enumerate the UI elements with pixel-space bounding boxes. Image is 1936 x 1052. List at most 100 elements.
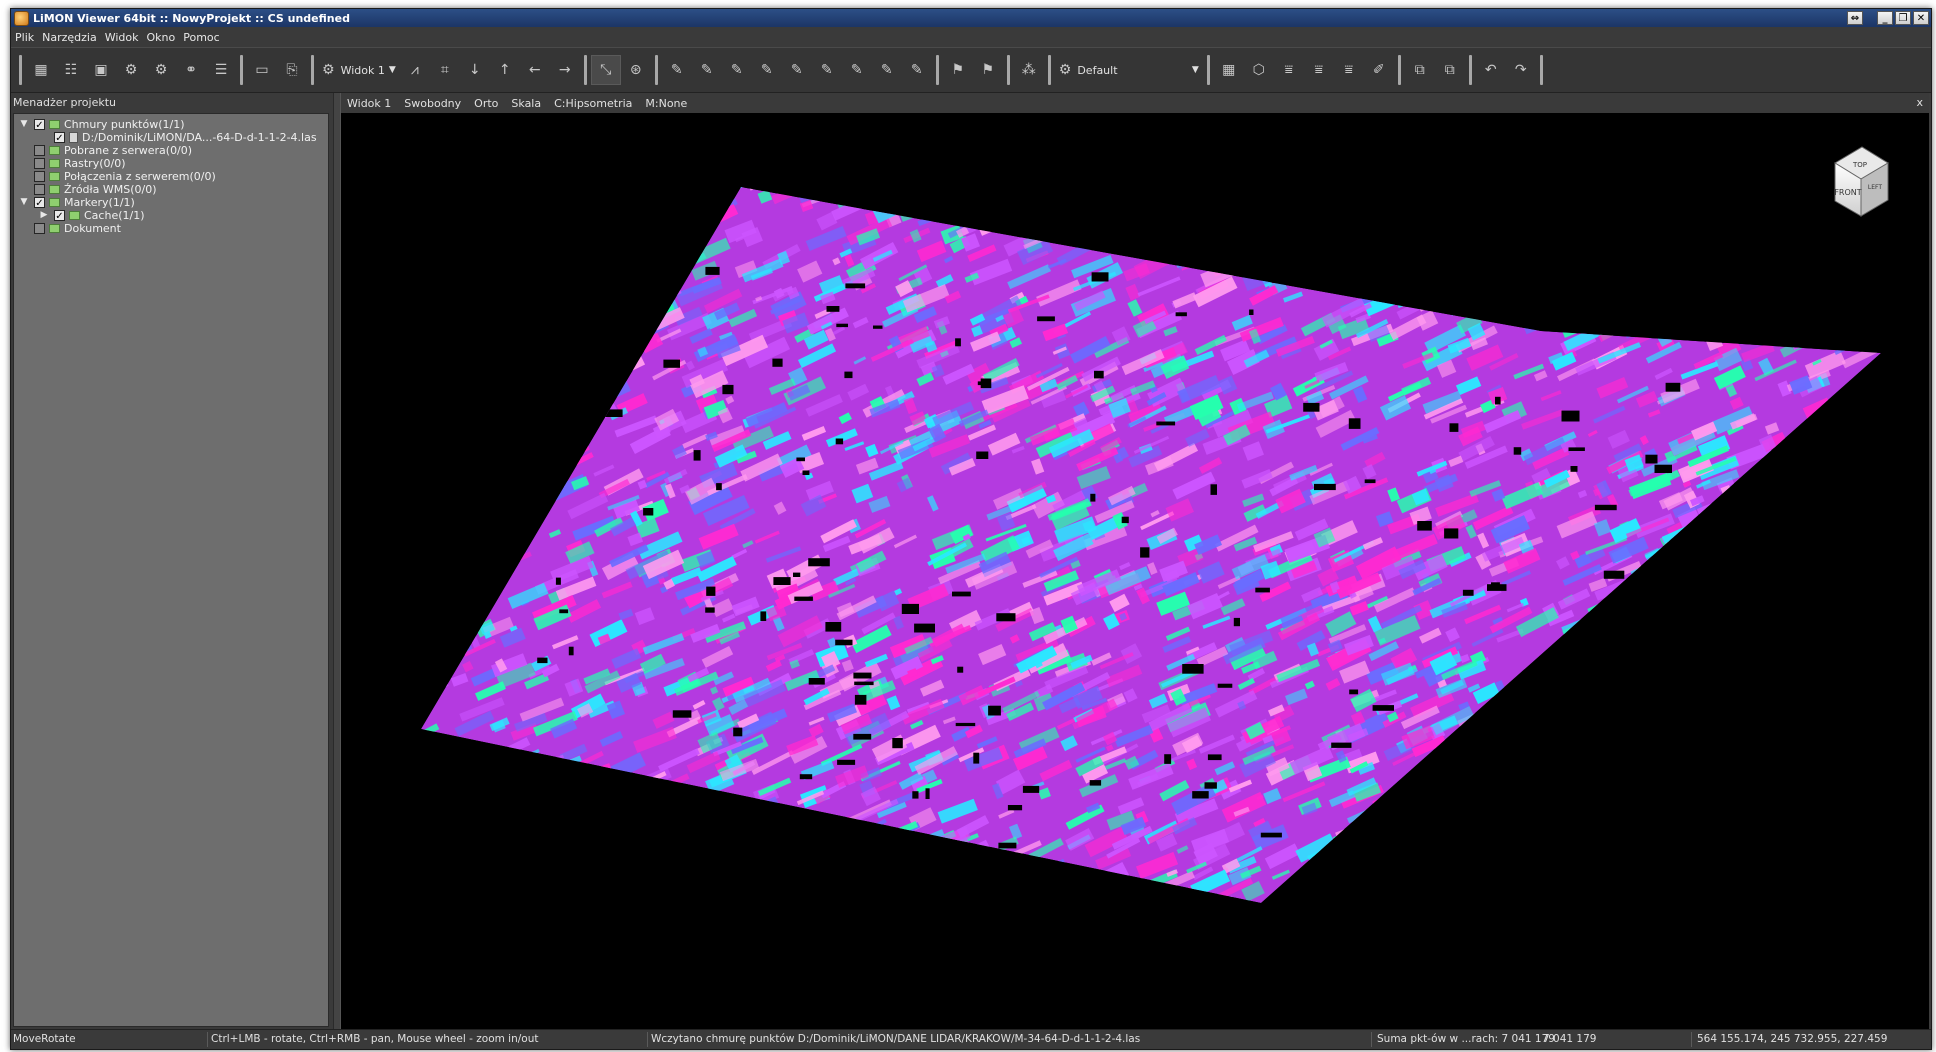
measure-height-icon[interactable]: ✎ bbox=[752, 55, 782, 85]
fit-view-icon[interactable]: ⌗ bbox=[430, 55, 460, 85]
measure-volume-icon[interactable]: ✎ bbox=[872, 55, 902, 85]
menu-pomoc[interactable]: Pomoc bbox=[179, 31, 223, 44]
settings-icon[interactable]: ⚙ bbox=[116, 55, 146, 85]
panel-splitter[interactable] bbox=[333, 93, 341, 1029]
checkbox[interactable] bbox=[34, 183, 45, 195]
minimize-button[interactable]: _ bbox=[1877, 11, 1893, 25]
arrow-down-icon[interactable]: ↓ bbox=[460, 55, 490, 85]
folder-icon bbox=[49, 145, 60, 155]
project-panel-icon[interactable]: ▦ bbox=[26, 55, 56, 85]
cube-top-label[interactable]: TOP bbox=[1852, 161, 1867, 169]
chevron-down-icon[interactable]: ▼ bbox=[18, 197, 30, 207]
chevron-down-icon[interactable]: ▼ bbox=[18, 119, 30, 129]
grid-icon[interactable]: ▦ bbox=[1214, 55, 1244, 85]
undo-icon[interactable]: ↶ bbox=[1476, 55, 1506, 85]
tab-marker-mode[interactable]: M:None bbox=[639, 97, 694, 110]
filter-class-icon[interactable]: ⩸ bbox=[1334, 55, 1364, 85]
toolbar-separator[interactable] bbox=[583, 55, 587, 85]
measure-radius-icon[interactable]: ✎ bbox=[812, 55, 842, 85]
checkbox[interactable]: ✓ bbox=[54, 209, 65, 222]
tab-scale[interactable]: Skala bbox=[505, 97, 548, 110]
arrow-right-icon[interactable]: → bbox=[550, 55, 580, 85]
title-bar[interactable]: LiMON Viewer 64bit :: NowyProjekt :: CS … bbox=[11, 9, 1931, 27]
menu-plik[interactable]: Plik bbox=[11, 31, 38, 44]
checkbox[interactable]: ✓ bbox=[34, 118, 45, 131]
move-rotate-icon[interactable]: ⤡ bbox=[590, 55, 621, 85]
tab-free-camera[interactable]: Swobodny bbox=[398, 97, 468, 110]
connections-icon[interactable]: ⚭ bbox=[176, 55, 206, 85]
clip-box-icon[interactable]: ⧉ bbox=[1405, 55, 1435, 85]
layer-settings-icon[interactable]: ⚙ bbox=[146, 55, 176, 85]
toolbar-separator[interactable] bbox=[935, 55, 939, 85]
main-toolbar: ▦ ☷ ▣ ⚙ ⚙ ⚭ ☰ ▭ ⎘ ⚙ Widok 1 ▼ ⩘ ⌗ ↓ ↑ ← … bbox=[11, 47, 1931, 93]
export-view-icon[interactable]: ⎘ bbox=[277, 55, 307, 85]
maximize-button[interactable]: ❐ bbox=[1895, 11, 1911, 25]
toolbar-separator[interactable] bbox=[1468, 55, 1472, 85]
view-select[interactable]: ⚙ Widok 1 ▼ bbox=[318, 62, 400, 78]
measure-distance-icon[interactable]: ✎ bbox=[692, 55, 722, 85]
point-cloud-canvas[interactable]: TOP FRONT LEFT bbox=[341, 113, 1929, 1029]
toolbar-separator[interactable] bbox=[654, 55, 658, 85]
measure-angle-icon[interactable]: ✎ bbox=[902, 55, 932, 85]
measure-profile-icon[interactable]: ✎ bbox=[782, 55, 812, 85]
orbit-icon[interactable]: ⊛ bbox=[621, 55, 651, 85]
layers-tree-icon[interactable]: ☷ bbox=[56, 55, 86, 85]
style-select[interactable]: ⚙ Default ▼ bbox=[1055, 62, 1203, 78]
status-hint: Ctrl+LMB - rotate, Ctrl+RMB - pan, Mouse… bbox=[211, 1033, 539, 1045]
app-icon[interactable] bbox=[14, 10, 29, 26]
close-view-icon[interactable]: x bbox=[1916, 96, 1923, 109]
toolbar-separator[interactable] bbox=[1539, 55, 1543, 85]
checkbox[interactable] bbox=[34, 144, 45, 156]
toolbar-separator[interactable] bbox=[1006, 55, 1010, 85]
cube-side-label[interactable]: LEFT bbox=[1868, 184, 1882, 191]
tab-view-1[interactable]: Widok 1 bbox=[341, 97, 398, 110]
tab-ortho[interactable]: Orto bbox=[468, 97, 505, 110]
menu-narzedzia[interactable]: Narzędzia bbox=[38, 31, 101, 44]
tab-color-mode[interactable]: C:Hipsometria bbox=[548, 97, 639, 110]
redo-icon[interactable]: ↷ bbox=[1506, 55, 1536, 85]
classification-icon[interactable]: ⁂ bbox=[1014, 55, 1044, 85]
checkbox[interactable]: ✓ bbox=[34, 196, 45, 209]
folder-icon bbox=[49, 171, 60, 181]
arrow-up-icon[interactable]: ↑ bbox=[490, 55, 520, 85]
clip-edit-icon[interactable]: ⧉ bbox=[1435, 55, 1465, 85]
marker-edit-icon[interactable]: ⚑ bbox=[973, 55, 1003, 85]
measure-line-icon[interactable]: ✎ bbox=[842, 55, 872, 85]
arrow-left-icon[interactable]: ← bbox=[520, 55, 550, 85]
checkbox[interactable] bbox=[34, 157, 45, 169]
chevron-down-icon: ▼ bbox=[388, 65, 396, 75]
measure-point-icon[interactable]: ✎ bbox=[662, 55, 692, 85]
filter-icon[interactable]: ⩸ bbox=[1274, 55, 1304, 85]
filter-edit-icon[interactable]: ✐ bbox=[1364, 55, 1394, 85]
3d-viewport[interactable]: TOP FRONT LEFT bbox=[341, 113, 1929, 1029]
close-button[interactable]: ✕ bbox=[1913, 11, 1929, 25]
status-bar: MoveRotate Ctrl+LMB - rotate, Ctrl+RMB -… bbox=[11, 1029, 1931, 1049]
tree-item-document[interactable]: Dokument bbox=[30, 220, 121, 236]
save-project-icon[interactable]: ▣ bbox=[86, 55, 116, 85]
project-manager-panel: Menadżer projektu ▼ ✓ Chmury punktów(1/1… bbox=[11, 93, 333, 1029]
chevron-right-icon[interactable]: ▶ bbox=[38, 210, 50, 220]
navigation-cube[interactable]: TOP FRONT LEFT bbox=[1834, 146, 1889, 217]
point-cloud[interactable] bbox=[411, 154, 1929, 926]
toolbar-separator[interactable] bbox=[1047, 55, 1051, 85]
filter-height-icon[interactable]: ⩸ bbox=[1304, 55, 1334, 85]
menu-okno[interactable]: Okno bbox=[143, 31, 180, 44]
restore-size-icon[interactable]: ⇔ bbox=[1847, 11, 1863, 25]
menu-widok[interactable]: Widok bbox=[101, 31, 143, 44]
marker-add-icon[interactable]: ⚑ bbox=[943, 55, 973, 85]
polygon-icon[interactable]: ⬡ bbox=[1244, 55, 1274, 85]
checkbox[interactable] bbox=[34, 222, 45, 234]
screen-capture-icon[interactable]: ▭ bbox=[247, 55, 277, 85]
checkbox[interactable] bbox=[34, 170, 45, 182]
toolbar-separator[interactable] bbox=[1397, 55, 1401, 85]
cube-front-label[interactable]: FRONT bbox=[1834, 188, 1861, 197]
folder-icon bbox=[49, 197, 60, 207]
checkbox[interactable]: ✓ bbox=[54, 131, 65, 144]
toolbar-separator[interactable] bbox=[19, 55, 22, 85]
list-icon[interactable]: ☰ bbox=[206, 55, 236, 85]
profile-icon[interactable]: ⩘ bbox=[400, 55, 430, 85]
toolbar-separator[interactable] bbox=[311, 55, 314, 85]
measure-area-icon[interactable]: ✎ bbox=[722, 55, 752, 85]
toolbar-separator[interactable] bbox=[240, 55, 243, 85]
toolbar-separator[interactable] bbox=[1206, 55, 1210, 85]
